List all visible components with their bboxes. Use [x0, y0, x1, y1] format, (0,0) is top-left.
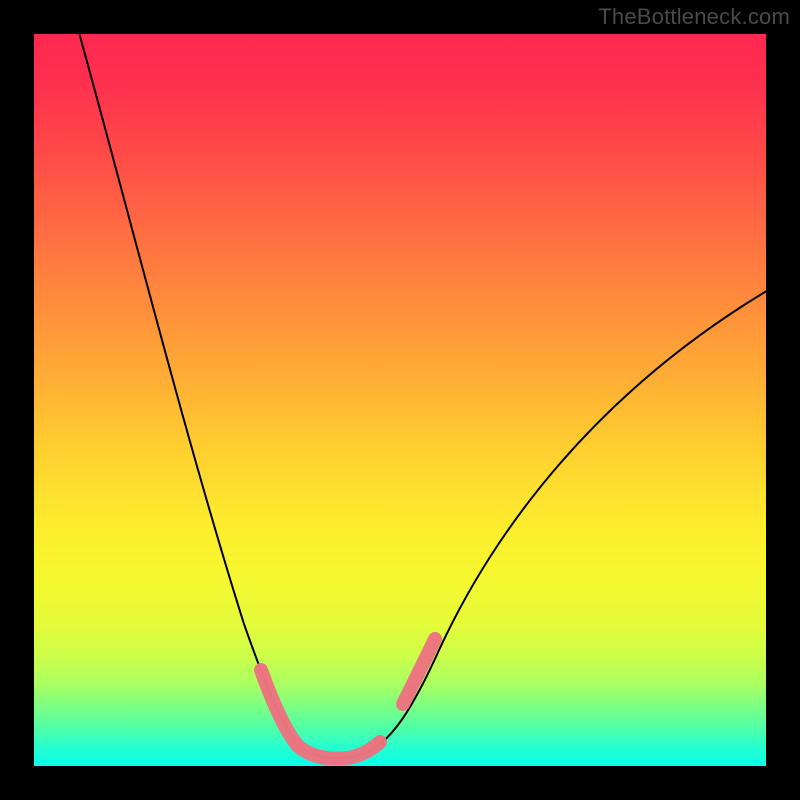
highlight-trough — [298, 742, 380, 759]
watermark-text: TheBottleneck.com — [598, 4, 790, 30]
curve-svg — [34, 34, 766, 766]
highlight-left-descent — [261, 670, 298, 746]
highlight-right-ascent — [403, 639, 435, 704]
bottleneck-curve — [78, 34, 766, 758]
plot-area — [34, 34, 766, 766]
chart-frame: TheBottleneck.com — [0, 0, 800, 800]
